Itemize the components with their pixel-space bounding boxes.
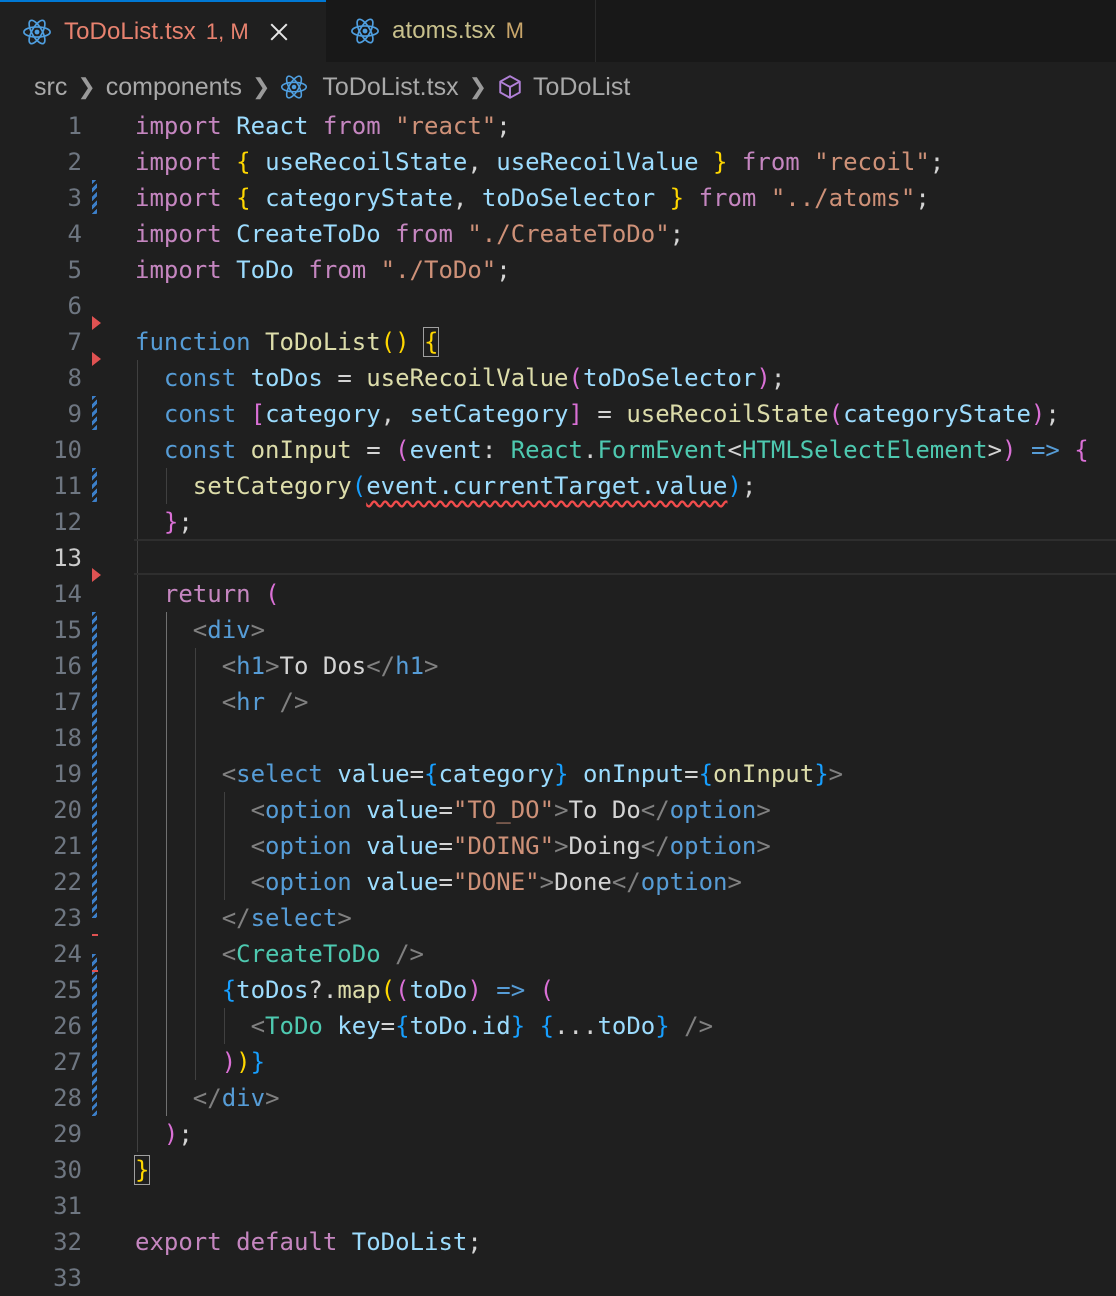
code-line: 15 <div> <box>0 612 1116 648</box>
cube-icon <box>499 75 521 99</box>
line-number: 28 <box>53 1084 82 1112</box>
code-line: 27 ))} <box>0 1044 1116 1080</box>
tab-status-badge: M <box>505 18 524 43</box>
code-line: 28 </div> <box>0 1080 1116 1116</box>
line-number: 19 <box>53 760 82 788</box>
line-number: 9 <box>67 400 82 428</box>
line-number: 5 <box>67 256 82 284</box>
line-number: 21 <box>53 832 82 860</box>
code-line: 9 const [category, setCategory] = useRec… <box>0 396 1116 432</box>
line-number: 2 <box>67 148 82 176</box>
breadcrumb-components[interactable]: components <box>106 73 242 102</box>
code-line: 22 <option value="DONE">Done</option> <box>0 864 1116 900</box>
code-line: 19 <select value={category} onInput={onI… <box>0 756 1116 792</box>
breadcrumb-src[interactable]: src <box>34 73 67 102</box>
tab-filename: ToDoList.tsx <box>64 18 196 45</box>
code-line: 20 <option value="TO_DO">To Do</option> <box>0 792 1116 828</box>
line-number: 16 <box>53 652 82 680</box>
code-line: 6 <box>0 288 1116 324</box>
line-number: 22 <box>53 868 82 896</box>
code-line: 2 import { useRecoilState, useRecoilValu… <box>0 144 1116 180</box>
tab-atoms[interactable]: atoms.tsx M <box>326 0 596 62</box>
code-line: 21 <option value="DOING">Doing</option> <box>0 828 1116 864</box>
code-line: 23 </select> <box>0 900 1116 936</box>
breadcrumb: src ❯ components ❯ ToDoList.tsx ❯ ToDoLi… <box>34 68 630 106</box>
line-number: 15 <box>53 616 82 644</box>
line-number: 3 <box>67 184 82 212</box>
line-number: 11 <box>53 472 82 500</box>
close-icon[interactable] <box>267 20 291 44</box>
line-number: 10 <box>53 436 82 464</box>
chevron-right-icon: ❯ <box>468 74 488 99</box>
code-line: 7 function ToDoList() { <box>0 324 1116 360</box>
line-number: 1 <box>67 112 82 140</box>
tab-filename: atoms.tsx <box>392 17 496 44</box>
code-line: 33 <box>0 1260 1116 1296</box>
breadcrumb-symbol[interactable]: ToDoList <box>533 73 630 102</box>
line-number: 31 <box>53 1192 82 1220</box>
code-line: 4 import CreateToDo from "./CreateToDo"; <box>0 216 1116 252</box>
line-number: 27 <box>53 1048 82 1076</box>
code-line: 32 export default ToDoList; <box>0 1224 1116 1260</box>
tab-status-badge: 1, M <box>205 19 249 44</box>
line-number: 13 <box>53 544 82 572</box>
chevron-right-icon: ❯ <box>77 74 96 99</box>
code-line: 18 <box>0 720 1116 756</box>
code-editor[interactable]: 1 import React from "react"; 2 import { … <box>0 108 1116 1292</box>
react-icon <box>351 18 379 44</box>
tab-todolist[interactable]: ToDoList.tsx 1, M <box>0 0 326 62</box>
code-line: 31 <box>0 1188 1116 1224</box>
code-line-current: 13 <box>0 539 1116 576</box>
line-number: 30 <box>53 1156 82 1184</box>
line-number: 32 <box>53 1228 82 1256</box>
editor-tab-bar: ToDoList.tsx 1, M atoms.tsx M <box>0 0 1116 62</box>
breadcrumb-file[interactable]: ToDoList.tsx <box>322 73 458 102</box>
code-line: 10 const onInput = (event: React.FormEve… <box>0 432 1116 468</box>
code-line: 30 } <box>0 1152 1116 1188</box>
line-number: 33 <box>53 1264 82 1292</box>
error-squiggle: event.currentTarget.value <box>366 472 728 500</box>
code-line: 29 ); <box>0 1116 1116 1152</box>
code-line: 25 {toDos?.map((toDo) => ( <box>0 972 1116 1008</box>
line-number: 4 <box>67 220 82 248</box>
line-number: 20 <box>53 796 82 824</box>
react-icon <box>281 75 308 99</box>
react-icon <box>23 19 51 45</box>
code-line: 11 setCategory(event.currentTarget.value… <box>0 468 1116 504</box>
line-number: 12 <box>53 508 82 536</box>
code-line: 12 }; <box>0 504 1116 540</box>
chevron-right-icon: ❯ <box>251 74 271 99</box>
line-number: 7 <box>67 328 82 356</box>
code-line: 26 <ToDo key={toDo.id} {...toDo} /> <box>0 1008 1116 1044</box>
line-number: 29 <box>53 1120 82 1148</box>
line-number: 23 <box>53 904 82 932</box>
code-line: 3 import { categoryState, toDoSelector }… <box>0 180 1116 216</box>
code-line: 5 import ToDo from "./ToDo"; <box>0 252 1116 288</box>
line-number: 26 <box>53 1012 82 1040</box>
code-line: 1 import React from "react"; <box>0 108 1116 144</box>
line-number: 25 <box>53 976 82 1004</box>
code-line: 17 <hr /> <box>0 684 1116 720</box>
line-number: 18 <box>53 724 82 752</box>
line-number: 24 <box>53 940 82 968</box>
line-number: 6 <box>67 292 82 320</box>
line-number: 8 <box>67 364 82 392</box>
code-line: 8 const toDos = useRecoilValue(toDoSelec… <box>0 360 1116 396</box>
code-line: 14 return ( <box>0 576 1116 612</box>
code-line: 16 <h1>To Dos</h1> <box>0 648 1116 684</box>
current-line-highlight <box>134 539 1116 575</box>
line-number: 14 <box>53 580 82 608</box>
code-line: 24 <CreateToDo /> <box>0 936 1116 972</box>
line-number: 17 <box>53 688 82 716</box>
